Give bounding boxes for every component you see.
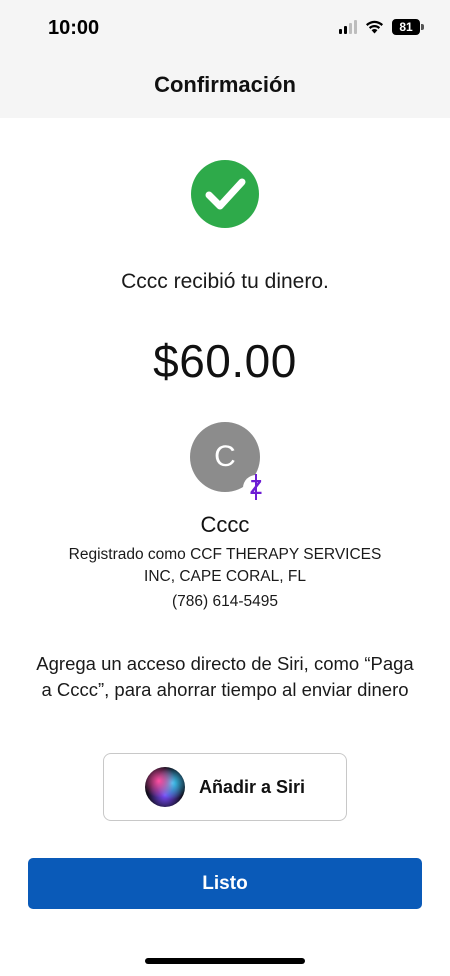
status-icons: 81 (339, 19, 424, 35)
confirmation-screen: 10:00 81 Confirmación Cccc recibió tu di… (0, 0, 450, 976)
wifi-icon (366, 20, 383, 34)
recipient-name: Cccc (200, 512, 250, 537)
page-title: Confirmación (154, 72, 296, 97)
add-to-siri-label: Añadir a Siri (198, 776, 306, 797)
recipient-phone: (786) 614-5495 (172, 593, 278, 610)
confirmation-message: Cccc recibió tu dinero. (121, 270, 329, 293)
payment-amount: $60.00 (153, 335, 297, 387)
top-bar: 10:00 81 Confirmación (0, 0, 450, 118)
zelle-icon: Z (243, 474, 269, 501)
status-time: 10:00 (48, 17, 100, 39)
battery-icon: 81 (392, 19, 424, 35)
recipient-registration: Registrado como CCF THERAPY SERVICES INC… (68, 546, 382, 585)
done-button[interactable]: Listo (28, 858, 422, 909)
home-indicator[interactable] (145, 958, 305, 964)
cellular-signal-icon (339, 20, 357, 34)
siri-icon (144, 767, 185, 807)
siri-shortcut-prompt: Agrega un acceso directo de Siri, como “… (36, 653, 414, 700)
check-circle-icon (191, 160, 259, 228)
add-to-siri-button[interactable]: Añadir a Siri (103, 753, 347, 821)
